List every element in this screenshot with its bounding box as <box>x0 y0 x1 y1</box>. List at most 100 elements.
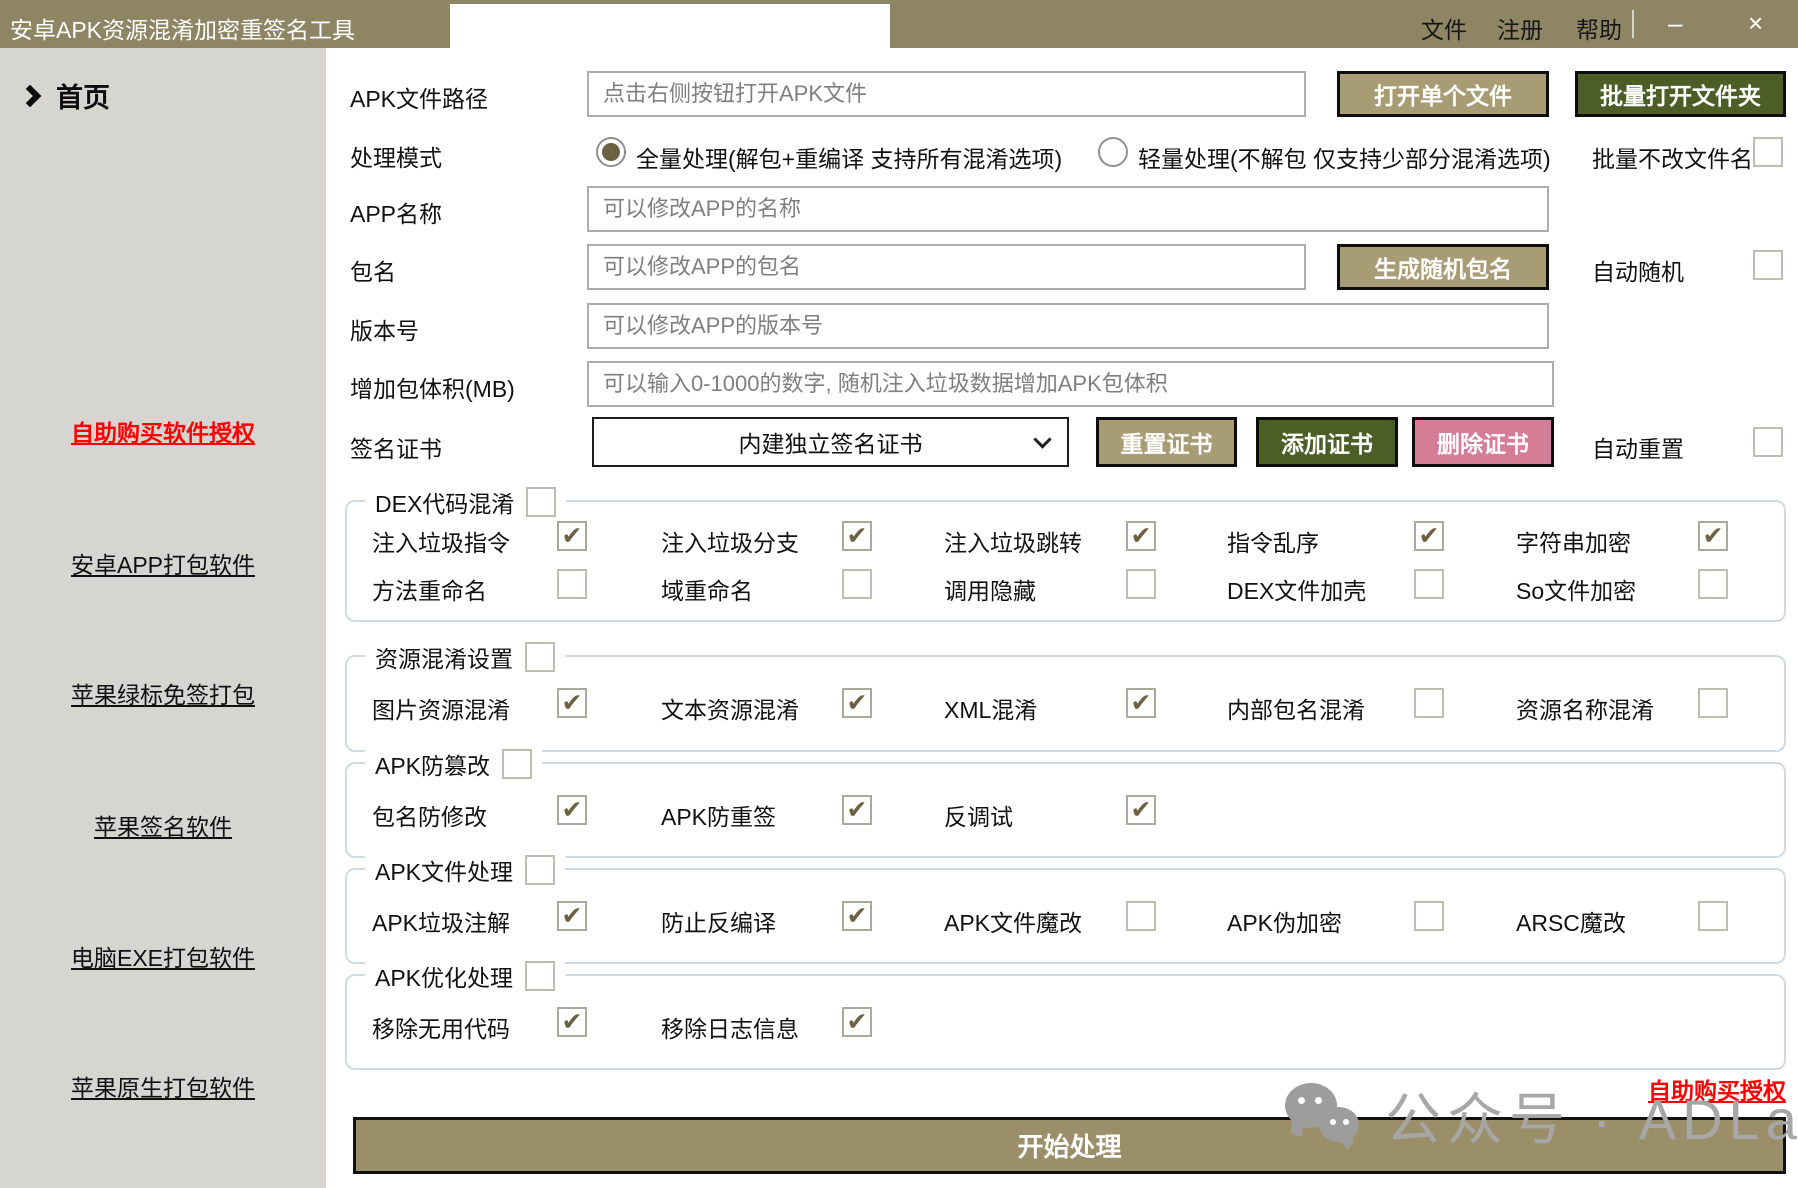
group-legend: DEX代码混淆 <box>365 485 566 519</box>
cert-select[interactable]: 内建独立签名证书 <box>592 417 1069 467</box>
group-legend-label: APK防篡改 <box>375 747 490 781</box>
reset-cert-button[interactable]: 重置证书 <box>1096 417 1237 467</box>
close-button[interactable]: × <box>1748 8 1763 39</box>
group-legend: 资源混淆设置 <box>365 640 565 674</box>
option-label: 注入垃圾跳转 <box>944 524 1082 558</box>
option-checkbox[interactable] <box>1698 569 1728 599</box>
option-checkbox[interactable]: ✔ <box>842 795 872 825</box>
option-checkbox[interactable]: ✔ <box>842 688 872 718</box>
option-checkbox[interactable]: ✔ <box>842 521 872 551</box>
option-label: 注入垃圾分支 <box>661 524 799 558</box>
option-checkbox[interactable]: ✔ <box>557 688 587 718</box>
auto-reset-checkbox[interactable] <box>1753 427 1783 457</box>
option-label: DEX文件加壳 <box>1227 572 1366 606</box>
batch-keep-name-checkbox[interactable] <box>1753 137 1783 167</box>
delete-cert-button[interactable]: 删除证书 <box>1412 417 1554 467</box>
option-label: 字符串加密 <box>1516 524 1631 558</box>
option-checkbox[interactable]: ✔ <box>557 901 587 931</box>
option-label: So文件加密 <box>1516 572 1636 606</box>
sidebar-link-ios-green-sign[interactable]: 苹果绿标免签打包 <box>0 676 326 710</box>
group-checkbox[interactable] <box>525 855 555 885</box>
option-label: APK防重签 <box>661 798 776 832</box>
group-checkbox[interactable] <box>526 487 556 517</box>
app-name-label: APP名称 <box>350 195 442 229</box>
group-legend-label: 资源混淆设置 <box>375 640 513 674</box>
option-label: 域重命名 <box>661 572 753 606</box>
radio-dot <box>602 143 620 161</box>
group-checkbox[interactable] <box>525 961 555 991</box>
option-checkbox[interactable]: ✔ <box>1126 521 1156 551</box>
wechat-icon <box>1285 1083 1365 1149</box>
apk-path-input[interactable] <box>587 71 1306 117</box>
package-input[interactable] <box>587 244 1306 290</box>
option-label: APK文件魔改 <box>944 904 1082 938</box>
option-label: 内部包名混淆 <box>1227 691 1365 725</box>
option-label: 资源名称混淆 <box>1516 691 1654 725</box>
option-label: 移除日志信息 <box>661 1010 799 1044</box>
sidebar-item-home[interactable]: 首页 <box>22 76 110 115</box>
option-checkbox[interactable] <box>1698 901 1728 931</box>
option-checkbox[interactable] <box>1414 688 1444 718</box>
option-checkbox[interactable] <box>1126 569 1156 599</box>
option-label: 方法重命名 <box>372 572 487 606</box>
option-checkbox[interactable] <box>1414 569 1444 599</box>
option-checkbox[interactable]: ✔ <box>1126 688 1156 718</box>
group-legend: APK防篡改 <box>365 747 542 781</box>
minimize-button[interactable]: – <box>1668 8 1682 39</box>
chevron-down-icon <box>1033 430 1051 448</box>
auto-random-checkbox[interactable] <box>1753 250 1783 280</box>
menu-register[interactable]: 注册 <box>1497 11 1543 45</box>
cert-selected-option: 内建独立签名证书 <box>739 425 923 459</box>
option-checkbox[interactable]: ✔ <box>1698 521 1728 551</box>
option-label: 文本资源混淆 <box>661 691 799 725</box>
option-checkbox[interactable]: ✔ <box>1414 521 1444 551</box>
pad-size-input[interactable] <box>587 361 1554 407</box>
option-label: XML混淆 <box>944 691 1037 725</box>
blank-overlay <box>450 4 890 48</box>
menu-file[interactable]: 文件 <box>1421 11 1467 45</box>
mode-label: 处理模式 <box>350 139 442 173</box>
group-legend-label: APK优化处理 <box>375 959 513 993</box>
option-label: 防止反编译 <box>661 904 776 938</box>
random-package-button[interactable]: 生成随机包名 <box>1337 244 1549 290</box>
version-input[interactable] <box>587 303 1549 349</box>
pad-size-label: 增加包体积(MB) <box>350 370 515 404</box>
group-legend-label: APK文件处理 <box>375 853 513 887</box>
option-checkbox[interactable] <box>1126 901 1156 931</box>
option-checkbox[interactable] <box>557 569 587 599</box>
auto-random-label: 自动随机 <box>1592 253 1684 287</box>
batch-open-folder-button[interactable]: 批量打开文件夹 <box>1575 71 1786 117</box>
sidebar: 首页 自助购买软件授权 安卓APP打包软件 苹果绿标免签打包 苹果签名软件 电脑… <box>0 48 326 1188</box>
group-resource-obfuscation: 资源混淆设置 图片资源混淆 ✔ 文本资源混淆 ✔ XML混淆 ✔ 内部包名混淆 … <box>345 655 1786 752</box>
option-checkbox[interactable] <box>1698 688 1728 718</box>
option-label: APK垃圾注解 <box>372 904 510 938</box>
sidebar-link-ios-sign[interactable]: 苹果签名软件 <box>0 808 326 842</box>
sidebar-link-android-packer[interactable]: 安卓APP打包软件 <box>0 546 326 580</box>
group-checkbox[interactable] <box>502 749 532 779</box>
option-checkbox[interactable]: ✔ <box>557 521 587 551</box>
sidebar-link-ios-native-packer[interactable]: 苹果原生打包软件 <box>0 1069 326 1103</box>
version-label: 版本号 <box>350 312 419 346</box>
auto-reset-label: 自动重置 <box>1592 430 1684 464</box>
option-label: ARSC魔改 <box>1516 904 1626 938</box>
full-mode-radio[interactable] <box>596 137 626 167</box>
option-label: 调用隐藏 <box>944 572 1036 606</box>
menu-help[interactable]: 帮助 <box>1576 11 1622 45</box>
batch-keep-name-label: 批量不改文件名 <box>1592 140 1753 174</box>
sidebar-link-exe-packer[interactable]: 电脑EXE打包软件 <box>0 939 326 973</box>
option-checkbox[interactable]: ✔ <box>842 901 872 931</box>
sidebar-link-buy-license[interactable]: 自助购买软件授权 <box>0 414 326 448</box>
option-checkbox[interactable]: ✔ <box>842 1007 872 1037</box>
open-single-file-button[interactable]: 打开单个文件 <box>1337 71 1549 117</box>
add-cert-button[interactable]: 添加证书 <box>1256 417 1398 467</box>
option-checkbox[interactable] <box>842 569 872 599</box>
lite-mode-radio[interactable] <box>1098 137 1128 167</box>
app-name-input[interactable] <box>587 186 1549 232</box>
package-label: 包名 <box>350 253 396 287</box>
option-checkbox[interactable] <box>1414 901 1444 931</box>
option-checkbox[interactable]: ✔ <box>557 1007 587 1037</box>
option-checkbox[interactable]: ✔ <box>557 795 587 825</box>
group-checkbox[interactable] <box>525 642 555 672</box>
window-title: 安卓APK资源混淆加密重签名工具 <box>10 11 355 45</box>
option-checkbox[interactable]: ✔ <box>1126 795 1156 825</box>
